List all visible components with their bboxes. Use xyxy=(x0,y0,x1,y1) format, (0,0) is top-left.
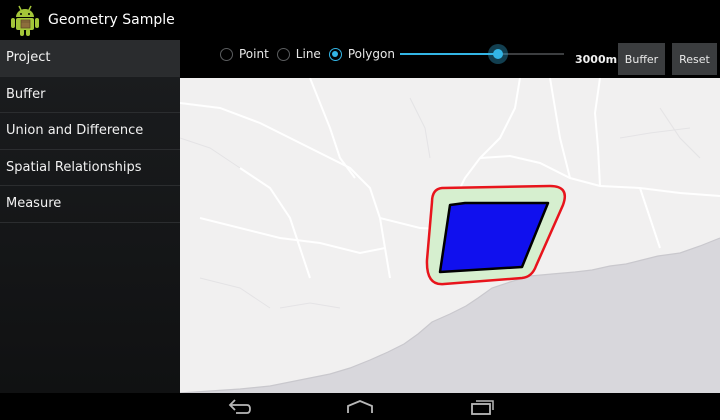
android-robot-icon xyxy=(8,3,42,37)
geometry-type-radio-group: Point Line Polygon xyxy=(220,46,403,62)
sidebar-item-union-and-difference[interactable]: Union and Difference xyxy=(0,113,180,150)
toolbar: Point Line Polygon 3000m Buffer Reset xyxy=(180,40,720,78)
recent-apps-icon[interactable] xyxy=(469,399,495,419)
radio-polygon[interactable]: Polygon xyxy=(328,47,395,61)
slider-fill xyxy=(400,53,499,55)
sidebar-item-buffer[interactable]: Buffer xyxy=(0,77,180,113)
radio-label: Point xyxy=(239,47,269,61)
sidebar-item-spatial-relationships[interactable]: Spatial Relationships xyxy=(0,150,180,186)
system-nav-bar xyxy=(0,393,720,420)
radio-line[interactable]: Line xyxy=(276,47,321,61)
reset-button[interactable]: Reset xyxy=(672,43,717,75)
radio-label: Line xyxy=(295,47,321,61)
back-icon[interactable] xyxy=(226,399,252,419)
buffer-button[interactable]: Buffer xyxy=(618,43,665,75)
sidebar-item-project[interactable]: Project xyxy=(0,40,180,77)
sidebar-item-label: Measure xyxy=(6,196,62,212)
sidebar-item-label: Union and Difference xyxy=(6,123,144,139)
radio-label: Polygon xyxy=(347,47,395,61)
radio-unchecked-icon xyxy=(220,47,233,61)
buffer-distance-slider[interactable] xyxy=(400,44,564,64)
sidebar-item-measure[interactable]: Measure xyxy=(0,186,180,223)
home-icon[interactable] xyxy=(346,399,374,419)
sidebar: Project Buffer Union and Difference Spat… xyxy=(0,40,180,393)
map-view[interactable] xyxy=(180,78,720,393)
app-title: Geometry Sample xyxy=(48,12,175,28)
slider-thumb[interactable] xyxy=(488,44,509,64)
radio-unchecked-icon xyxy=(276,47,290,61)
sidebar-item-label: Buffer xyxy=(6,86,46,102)
sidebar-item-label: Project xyxy=(6,50,51,66)
radio-checked-icon xyxy=(328,47,342,61)
sidebar-item-label: Spatial Relationships xyxy=(6,159,142,175)
action-bar: Geometry Sample xyxy=(0,0,720,40)
buffer-distance-value: 3000m xyxy=(575,53,618,66)
radio-point[interactable]: Point xyxy=(220,47,269,61)
map-canvas xyxy=(180,78,720,393)
